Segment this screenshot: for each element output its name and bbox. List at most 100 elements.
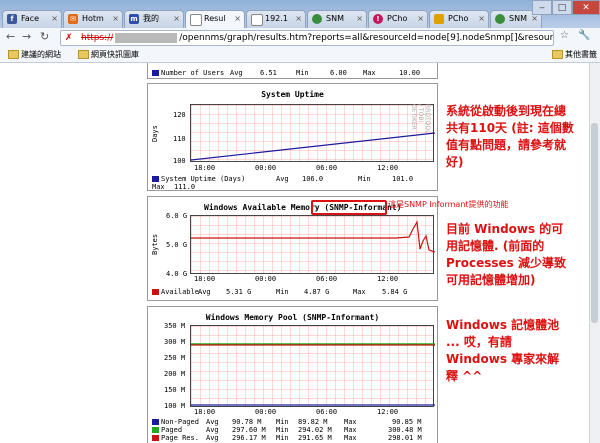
pool-annotation: Windows 記憶體池 ... 哎，有請 Windows 專家來解釋 ^^ xyxy=(446,318,560,383)
x-tick: 12:00 xyxy=(377,164,399,172)
tab-pchome-1[interactable]: ! PCho × xyxy=(368,10,428,28)
hotmail-icon: ✉ xyxy=(68,14,78,24)
close-icon[interactable]: × xyxy=(356,11,363,27)
pool-graph: Windows Memory Pool (SNMP-Informant) 350… xyxy=(147,306,438,443)
users-max: 10.00 xyxy=(399,69,421,77)
legend-swatch xyxy=(152,427,159,433)
legend-label: System Uptime (Days) xyxy=(161,175,246,183)
max-label: Max xyxy=(344,434,357,442)
forward-icon[interactable]: → xyxy=(22,30,31,43)
maximize-icon[interactable]: □ xyxy=(552,0,572,15)
legend-label: Number of Users xyxy=(161,69,225,77)
available-memory-line xyxy=(191,220,435,253)
x-tick: 18:00 xyxy=(194,164,216,172)
uptime-line xyxy=(191,132,435,161)
close-icon[interactable]: × xyxy=(51,11,58,27)
tab-192[interactable]: 192.1 × xyxy=(246,10,306,28)
legend-label: Available xyxy=(161,288,199,296)
tab-bar: f Face × ✉ Hotm × m 我的 × Resul × 192.1 × SNM ×… xyxy=(0,0,600,28)
close-icon[interactable]: × xyxy=(234,11,241,27)
legend-non-paged: Non-Paged xyxy=(152,418,199,426)
tab-results[interactable]: Resul × xyxy=(185,10,245,28)
uptime-annotation: 系統從啟動後到現在總共有110天 (註: 這個數值有點問題，請參考就好) xyxy=(446,104,574,169)
min-label: Min xyxy=(276,426,289,434)
y-tick: 100 xyxy=(173,157,186,165)
uptime-graph: System Uptime Days 120 110 100 18:00 00:… xyxy=(147,83,438,191)
y-tick: 6.0 G xyxy=(166,212,188,220)
back-icon[interactable]: ← xyxy=(6,30,15,43)
users-min: 6.00 xyxy=(330,69,347,77)
other-bookmarks[interactable]: 其他書籤 xyxy=(552,49,597,60)
x-tick: 18:00 xyxy=(194,275,216,283)
minimize-icon[interactable]: ‒ xyxy=(532,0,552,15)
x-tick: 00:00 xyxy=(255,275,277,283)
legend-swatch xyxy=(152,176,159,182)
address-bar[interactable]: ✗ https:// /opennms/graph/results.htm?rep… xyxy=(60,30,554,46)
vertical-scrollbar[interactable] xyxy=(589,63,600,443)
x-tick: 00:00 xyxy=(255,164,277,172)
x-tick: 06:00 xyxy=(316,408,338,416)
bookmark-suggested[interactable]: 建議的網站 xyxy=(8,49,61,60)
wrench-icon[interactable]: 🔧 xyxy=(578,30,590,41)
min-label: Min xyxy=(276,434,289,442)
bookmark-label: 其他書籤 xyxy=(565,50,597,59)
tab-label: SNM xyxy=(326,14,344,23)
memory-annotation: 目前 Windows 的可用記憶體. (前面的 Processes 減少導致可用… xyxy=(446,222,566,287)
y-tick: 300 M xyxy=(164,338,186,346)
uptime-max: 111.0 xyxy=(174,183,196,191)
close-icon[interactable]: × xyxy=(295,11,302,27)
close-icon[interactable]: × xyxy=(173,11,180,27)
legend-label: Page Res. xyxy=(161,434,199,442)
redacted-host xyxy=(115,32,178,43)
window-close-icon[interactable]: ✕ xyxy=(572,0,600,15)
bookmark-webslice[interactable]: 網頁快訊圖庫 xyxy=(78,49,139,60)
url-path: /opennms/graph/results.htm?reports=all&r… xyxy=(179,33,554,43)
avg-label: Avg xyxy=(276,175,289,183)
page-content: Number of Users Avg 6.51 Min 6.00 Max 10… xyxy=(0,63,590,443)
reload-icon[interactable]: ↻ xyxy=(40,30,49,43)
y-axis-label: Days xyxy=(151,125,159,142)
memory-graph: Windows Available Memory (SNMP-Informant… xyxy=(147,196,438,301)
legend-label: Non-Paged xyxy=(161,418,199,426)
memory-avg: 5.31 G xyxy=(226,288,252,296)
page-res-avg: 296.17 M xyxy=(232,434,266,442)
y-tick: 110 xyxy=(173,135,186,143)
tab-hotmail[interactable]: ✉ Hotm × xyxy=(63,10,123,28)
rrdtool-watermark: RRDTOOL / TOBI OETIKER xyxy=(410,104,431,134)
close-icon[interactable]: × xyxy=(417,11,424,27)
avg-label: Avg xyxy=(206,418,219,426)
legend-paged: Paged xyxy=(152,426,182,434)
tab-label: 我的 xyxy=(143,14,159,23)
tab-my[interactable]: m 我的 × xyxy=(124,10,184,28)
memory-min: 4.87 G xyxy=(304,288,330,296)
tab-facebook[interactable]: f Face × xyxy=(2,10,62,28)
folder-icon xyxy=(552,50,563,59)
y-axis-label: Bytes xyxy=(151,233,159,255)
url-scheme: https:// xyxy=(81,33,114,43)
legend-swatch xyxy=(152,70,159,76)
x-tick: 06:00 xyxy=(316,164,338,172)
paged-min: 294.02 M xyxy=(298,426,332,434)
close-icon[interactable]: × xyxy=(478,11,485,27)
uptime-plot xyxy=(190,104,435,162)
avg-label: Avg xyxy=(198,288,211,296)
tab-pchome-2[interactable]: PCho × xyxy=(429,10,489,28)
users-graph: Number of Users Avg 6.51 Min 6.00 Max 10… xyxy=(147,63,438,79)
min-label: Min xyxy=(276,418,289,426)
tab-snmp-1[interactable]: SNM × xyxy=(307,10,367,28)
paged-avg: 297.60 M xyxy=(232,426,266,434)
facebook-icon: f xyxy=(7,14,17,24)
close-icon[interactable]: × xyxy=(112,11,119,27)
max-label: Max xyxy=(363,69,376,77)
pchome-icon: ! xyxy=(373,14,383,24)
min-label: Min xyxy=(276,288,289,296)
page-res-min: 291.65 M xyxy=(298,434,332,442)
max-label: Max xyxy=(353,288,366,296)
tab-label: SNM xyxy=(509,14,527,23)
scrollbar-thumb[interactable] xyxy=(591,123,598,323)
tab-label: Face xyxy=(21,14,40,23)
graph-title: System Uptime xyxy=(261,90,324,99)
graph-title-text: Windows Available Memory xyxy=(204,203,320,212)
bookmark-star-icon[interactable]: ☆ xyxy=(560,30,569,41)
avg-label: Avg xyxy=(206,434,219,442)
